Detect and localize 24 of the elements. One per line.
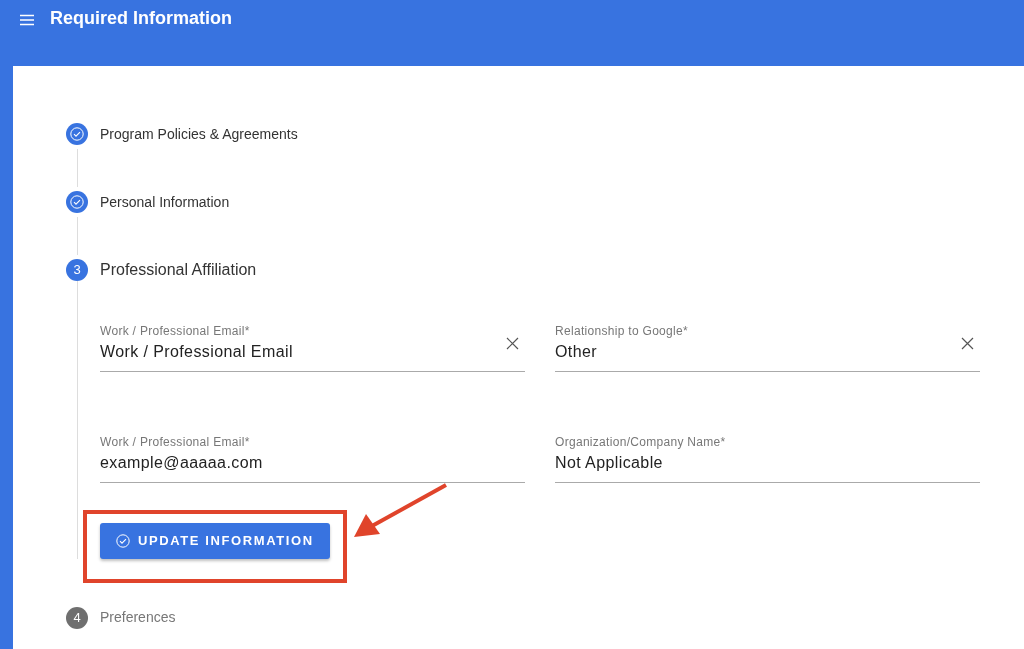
- update-information-button[interactable]: UPDATE INFORMATION: [100, 523, 330, 559]
- field-label: Relationship to Google*: [555, 323, 689, 340]
- field-label: Organization/Company Name*: [555, 434, 727, 451]
- step-number: 4: [66, 606, 88, 629]
- field-label: Work / Professional Email*: [100, 323, 251, 340]
- page-title: Required Information: [50, 8, 232, 28]
- text-field[interactable]: Relationship to Google* Other: [555, 322, 980, 372]
- close-icon[interactable]: [506, 337, 519, 351]
- menu-icon[interactable]: [20, 14, 34, 26]
- text-field[interactable]: Work / Professional Email* Work / Professional Email: [100, 322, 525, 372]
- field-label: Work / Professional Email*: [100, 434, 251, 451]
- text-field[interactable]: Organization/Company Name* Not Applicable: [555, 433, 980, 483]
- step-label[interactable]: Personal Information: [100, 191, 230, 213]
- text-field[interactable]: Work / Professional Email* example@aaaaa.com: [100, 433, 525, 483]
- field-value: example@aaaaa.com: [100, 453, 264, 473]
- step-label[interactable]: Professional Affiliation: [100, 258, 257, 282]
- step-label[interactable]: Preferences: [100, 607, 176, 628]
- check-circle-icon: [116, 533, 130, 548]
- close-icon[interactable]: [961, 337, 974, 351]
- step-label[interactable]: Program Policies & Agreements: [100, 123, 298, 145]
- field-value: Other: [555, 342, 598, 362]
- step-number: 3: [66, 259, 88, 281]
- field-value: Work / Professional Email: [100, 342, 294, 362]
- field-value: Not Applicable: [555, 453, 664, 473]
